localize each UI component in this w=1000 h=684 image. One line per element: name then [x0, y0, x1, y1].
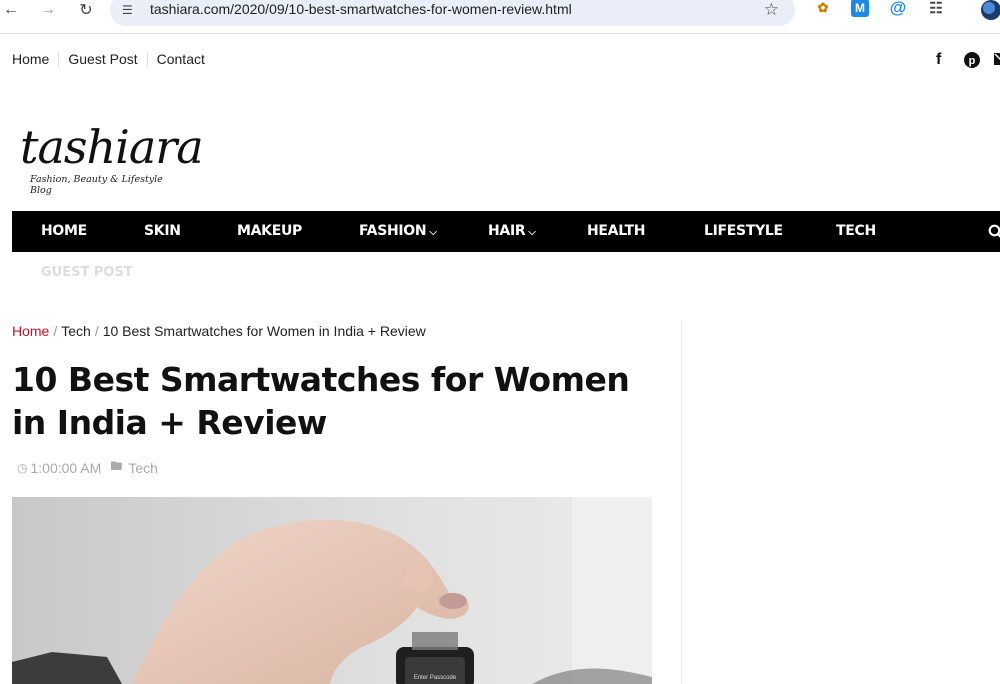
- toplink-contact[interactable]: Contact: [157, 51, 205, 67]
- bookmark-star-icon[interactable]: ☆: [764, 0, 779, 20]
- nav-label: HOME: [41, 223, 87, 239]
- svg-text:p: p: [969, 55, 976, 67]
- breadcrumb-separator: /: [53, 323, 58, 339]
- nav-label: SKIN: [144, 223, 181, 239]
- nav-item-guest-post[interactable]: GUEST POST: [41, 265, 133, 280]
- chevron-down-icon: ⌵: [528, 227, 536, 238]
- main-nav: HOME SKIN MAKEUP FASHION ⌵ HAIR ⌵ HEALTH L…: [12, 211, 1000, 252]
- nav-label: MAKEUP: [237, 223, 303, 239]
- watch-screen-text: Enter Passcode: [414, 675, 457, 681]
- nav-item-fashion[interactable]: FASHION ⌵: [359, 211, 437, 252]
- facebook-icon[interactable]: f: [936, 51, 941, 69]
- extension-icon-3[interactable]: @: [889, 0, 907, 17]
- nav-item-lifestyle[interactable]: LIFESTYLE: [704, 211, 783, 252]
- site-settings-icon[interactable]: ☰: [122, 3, 133, 17]
- nav-item-home[interactable]: HOME: [41, 211, 87, 252]
- chevron-down-icon: ⌵: [429, 227, 437, 238]
- nav-label: HEALTH: [587, 223, 646, 239]
- breadcrumb: Home / Tech/10 Best Smartwatches for Women…: [12, 323, 426, 339]
- browser-toolbar: ← → ↻ ☰ tashiara.com/2020/09/10-best-sma…: [0, 0, 1000, 34]
- post-category[interactable]: Tech: [128, 460, 158, 476]
- reload-icon[interactable]: ↻: [75, 0, 97, 20]
- sidebar-divider: [681, 320, 682, 684]
- page-title: 10 Best Smartwatches for Women in India …: [12, 360, 630, 442]
- clock-icon: ◷: [17, 460, 28, 475]
- divider: [58, 51, 60, 67]
- pinterest-icon[interactable]: p: [963, 51, 981, 74]
- search-icon[interactable]: [988, 211, 1000, 252]
- divider: [146, 51, 148, 67]
- nav-item-health[interactable]: HEALTH: [587, 211, 645, 252]
- mail-icon[interactable]: [994, 51, 1000, 72]
- nav-item-tech[interactable]: TECH: [836, 211, 876, 252]
- extensions-icon[interactable]: ☷: [927, 0, 945, 17]
- nav-label: HAIR: [488, 223, 526, 239]
- extension-icon-1[interactable]: ✿: [814, 0, 832, 17]
- extension-icon-2[interactable]: M: [851, 0, 869, 17]
- nav-item-hair[interactable]: HAIR ⌵: [488, 211, 536, 252]
- logo-wordmark: tashiara: [20, 120, 204, 174]
- nav-label: LIFESTYLE: [704, 223, 783, 239]
- logo-tagline: Fashion, Beauty & Lifestyle Blog: [30, 174, 163, 196]
- nav-label: TECH: [836, 223, 876, 239]
- toplink-guest-post[interactable]: Guest Post: [68, 51, 137, 67]
- breadcrumb-current: 10 Best Smartwatches for Women in India …: [102, 323, 426, 339]
- address-bar[interactable]: ☰ tashiara.com/2020/09/10-best-smartwatc…: [110, 0, 795, 26]
- post-meta: ◷ 1:00:00 AM 🖿 Tech: [17, 457, 158, 478]
- featured-photo: Enter Passcode: [12, 497, 652, 684]
- site-logo[interactable]: tashiara Fashion, Beauty & Lifestyle Blo…: [20, 120, 204, 207]
- url-text[interactable]: tashiara.com/2020/09/10-best-smartwatche…: [150, 1, 572, 17]
- top-links: Home Guest Post Contact: [12, 51, 205, 67]
- nav-item-makeup[interactable]: MAKEUP: [237, 211, 302, 252]
- toplink-home[interactable]: Home: [12, 51, 49, 67]
- forward-icon[interactable]: →: [37, 0, 59, 20]
- breadcrumb-category[interactable]: Tech: [61, 323, 91, 339]
- breadcrumb-separator: /: [94, 323, 99, 339]
- back-icon[interactable]: ←: [0, 0, 22, 20]
- nav-item-skin[interactable]: SKIN: [144, 211, 181, 252]
- folder-icon: 🖿: [110, 459, 123, 473]
- profile-avatar[interactable]: [981, 0, 1000, 20]
- post-time: 1:00:00 AM: [30, 459, 102, 476]
- breadcrumb-home[interactable]: Home: [12, 323, 49, 339]
- featured-image: Enter Passcode: [12, 497, 652, 684]
- nav-label: FASHION: [359, 223, 427, 239]
